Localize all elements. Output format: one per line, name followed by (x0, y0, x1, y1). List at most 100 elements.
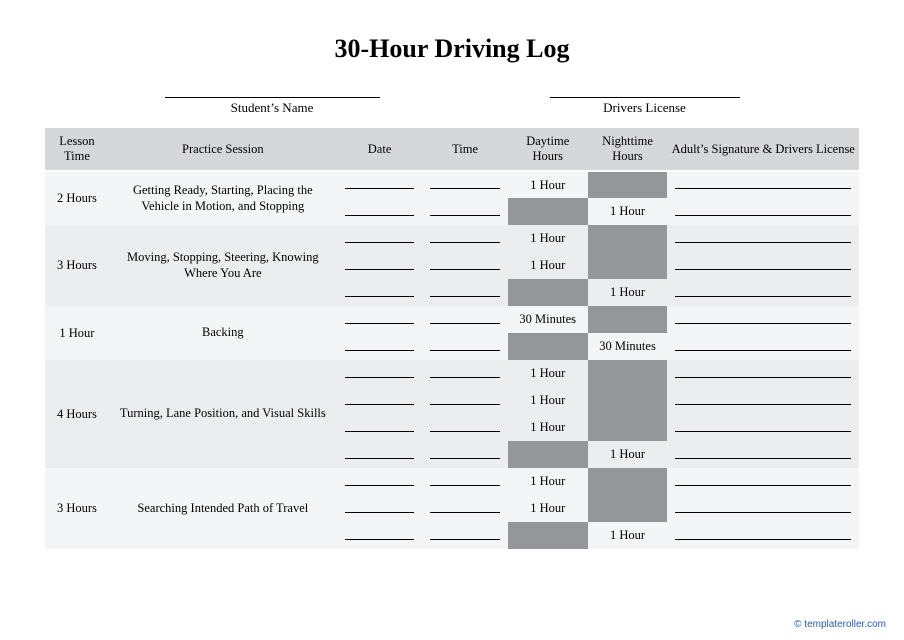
col-signature: Adult’s Signature & Drivers License (667, 128, 859, 171)
daytime-hours-cell: 1 Hour (508, 387, 588, 414)
date-cell[interactable] (337, 225, 423, 252)
daytime-hours-cell: 1 Hour (508, 225, 588, 252)
daytime-hours-cell: 1 Hour (508, 252, 588, 279)
date-cell[interactable] (337, 468, 423, 495)
daytime-hours-cell (508, 279, 588, 306)
signature-cell[interactable] (667, 414, 859, 441)
time-cell[interactable] (422, 414, 508, 441)
signature-cell[interactable] (667, 306, 859, 333)
time-cell[interactable] (422, 279, 508, 306)
practice-session-cell: Backing (109, 306, 337, 360)
signature-cell[interactable] (667, 387, 859, 414)
time-cell[interactable] (422, 306, 508, 333)
time-cell[interactable] (422, 252, 508, 279)
signature-cell[interactable] (667, 495, 859, 522)
lesson-time-cell: 1 Hour (45, 306, 109, 360)
daytime-hours-cell (508, 198, 588, 225)
lesson-time-cell: 3 Hours (45, 468, 109, 549)
col-lesson-time: Lesson Time (45, 128, 109, 171)
nighttime-hours-cell: 1 Hour (588, 198, 668, 225)
nighttime-hours-cell: 1 Hour (588, 522, 668, 549)
col-daytime-hours: Daytime Hours (508, 128, 588, 171)
signature-cell[interactable] (667, 522, 859, 549)
date-cell[interactable] (337, 387, 423, 414)
signature-cell[interactable] (667, 441, 859, 468)
date-cell[interactable] (337, 360, 423, 387)
drivers-license-field: Drivers License (550, 82, 740, 116)
daytime-hours-cell: 1 Hour (508, 495, 588, 522)
practice-session-cell: Moving, Stopping, Steering, Knowing Wher… (109, 225, 337, 306)
date-cell[interactable] (337, 333, 423, 360)
date-cell[interactable] (337, 171, 423, 198)
daytime-hours-cell (508, 441, 588, 468)
student-name-field: Student’s Name (165, 82, 380, 116)
daytime-hours-cell: 1 Hour (508, 414, 588, 441)
practice-session-cell: Getting Ready, Starting, Placing the Veh… (109, 171, 337, 225)
nighttime-hours-cell (588, 252, 668, 279)
nighttime-hours-cell (588, 171, 668, 198)
signature-cell[interactable] (667, 252, 859, 279)
daytime-hours-cell: 1 Hour (508, 360, 588, 387)
time-cell[interactable] (422, 441, 508, 468)
signature-cell[interactable] (667, 225, 859, 252)
table-row: 2 HoursGetting Ready, Starting, Placing … (45, 171, 859, 198)
daytime-hours-cell: 1 Hour (508, 468, 588, 495)
date-cell[interactable] (337, 198, 423, 225)
drivers-license-input-line[interactable] (550, 82, 740, 98)
lesson-time-cell: 4 Hours (45, 360, 109, 468)
time-cell[interactable] (422, 360, 508, 387)
page-title: 30-Hour Driving Log (45, 34, 859, 64)
table-row: 4 HoursTurning, Lane Position, and Visua… (45, 360, 859, 387)
date-cell[interactable] (337, 279, 423, 306)
daytime-hours-cell (508, 522, 588, 549)
nighttime-hours-cell (588, 360, 668, 387)
date-cell[interactable] (337, 441, 423, 468)
daytime-hours-cell: 1 Hour (508, 171, 588, 198)
nighttime-hours-cell (588, 306, 668, 333)
name-fields-row: Student’s Name Drivers License (45, 82, 859, 116)
time-cell[interactable] (422, 387, 508, 414)
signature-cell[interactable] (667, 333, 859, 360)
footer-credit: © templateroller.com (794, 619, 886, 630)
date-cell[interactable] (337, 414, 423, 441)
daytime-hours-cell: 30 Minutes (508, 306, 588, 333)
lesson-time-cell: 2 Hours (45, 171, 109, 225)
drivers-license-label: Drivers License (603, 100, 686, 116)
signature-cell[interactable] (667, 171, 859, 198)
signature-cell[interactable] (667, 360, 859, 387)
daytime-hours-cell (508, 333, 588, 360)
nighttime-hours-cell (588, 468, 668, 495)
nighttime-hours-cell: 30 Minutes (588, 333, 668, 360)
time-cell[interactable] (422, 495, 508, 522)
table-row: 3 HoursSearching Intended Path of Travel… (45, 468, 859, 495)
student-name-label: Student’s Name (231, 100, 314, 116)
time-cell[interactable] (422, 522, 508, 549)
time-cell[interactable] (422, 171, 508, 198)
table-row: 3 HoursMoving, Stopping, Steering, Knowi… (45, 225, 859, 252)
col-practice-session: Practice Session (109, 128, 337, 171)
date-cell[interactable] (337, 252, 423, 279)
col-time: Time (422, 128, 508, 171)
date-cell[interactable] (337, 522, 423, 549)
nighttime-hours-cell (588, 414, 668, 441)
nighttime-hours-cell (588, 495, 668, 522)
nighttime-hours-cell (588, 225, 668, 252)
signature-cell[interactable] (667, 468, 859, 495)
table-header-row: Lesson Time Practice Session Date Time D… (45, 128, 859, 171)
practice-session-cell: Searching Intended Path of Travel (109, 468, 337, 549)
time-cell[interactable] (422, 468, 508, 495)
nighttime-hours-cell: 1 Hour (588, 279, 668, 306)
practice-session-cell: Turning, Lane Position, and Visual Skill… (109, 360, 337, 468)
signature-cell[interactable] (667, 198, 859, 225)
date-cell[interactable] (337, 306, 423, 333)
table-row: 1 HourBacking30 Minutes (45, 306, 859, 333)
time-cell[interactable] (422, 333, 508, 360)
driving-log-table: Lesson Time Practice Session Date Time D… (45, 128, 859, 549)
student-name-input-line[interactable] (165, 82, 380, 98)
signature-cell[interactable] (667, 279, 859, 306)
date-cell[interactable] (337, 495, 423, 522)
lesson-time-cell: 3 Hours (45, 225, 109, 306)
col-nighttime-hours: Nighttime Hours (588, 128, 668, 171)
time-cell[interactable] (422, 225, 508, 252)
time-cell[interactable] (422, 198, 508, 225)
